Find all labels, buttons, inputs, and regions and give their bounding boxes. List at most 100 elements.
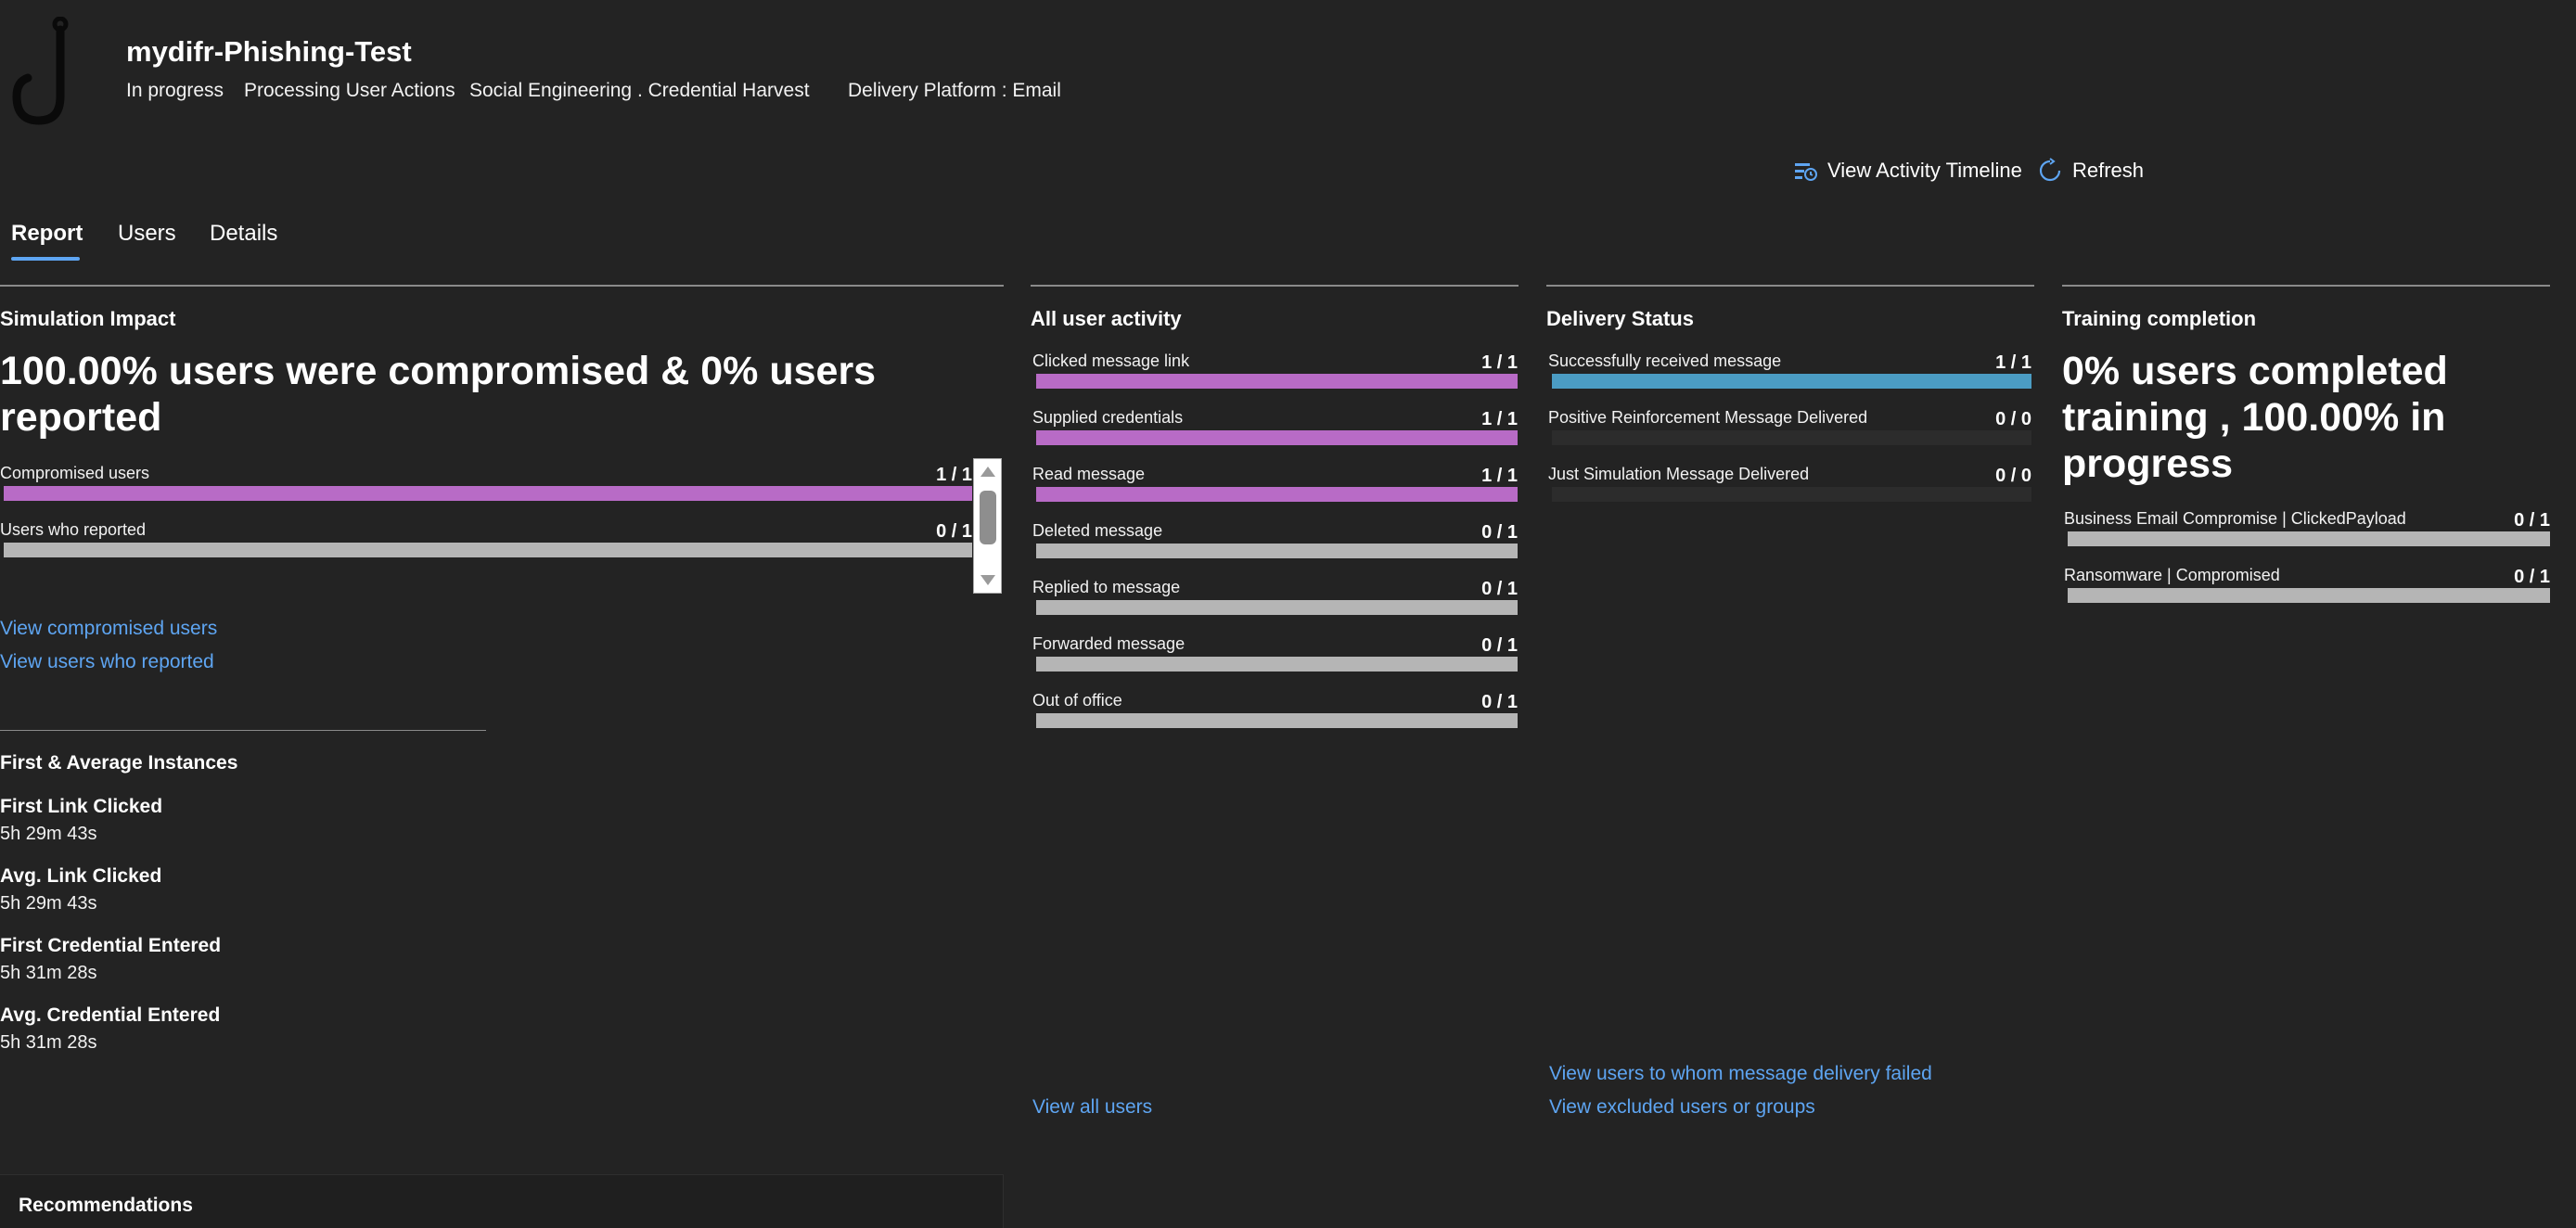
- bar-value: 1 / 1: [1481, 352, 1518, 373]
- bar-track: [4, 486, 972, 501]
- bar-row: Out of office 0 / 1: [1032, 691, 1518, 730]
- training-bar-list: Business Email Compromise | ClickedPaylo…: [2064, 509, 2550, 620]
- bar-track: [1036, 657, 1518, 672]
- tab-users[interactable]: Users: [118, 221, 176, 247]
- delivery-platform-text: Delivery Platform : Email: [848, 80, 1061, 101]
- bar-label: Users who reported: [0, 520, 147, 539]
- bar-value: 1 / 1: [1995, 352, 2031, 373]
- view-all-users-link[interactable]: View all users: [1032, 1096, 1152, 1119]
- scroll-up-arrow-icon[interactable]: [980, 467, 995, 477]
- bar-track: [1036, 374, 1518, 389]
- view-users-who-reported-link[interactable]: View users who reported: [0, 651, 214, 673]
- instances-divider: [0, 730, 486, 731]
- refresh-label: Refresh: [2072, 159, 2145, 182]
- instance-value: 5h 29m 43s: [0, 824, 97, 844]
- bar-label: Positive Reinforcement Message Delivered: [1548, 408, 1868, 427]
- instance-value: 5h 31m 28s: [0, 963, 97, 983]
- bar-value: 0 / 1: [2514, 567, 2550, 587]
- bar-track: [2068, 531, 2550, 546]
- bar-row: Replied to message 0 / 1: [1032, 578, 1518, 617]
- activity-divider: [1031, 285, 1519, 287]
- bar-fill: [1036, 374, 1518, 389]
- bar-value: 0 / 1: [1481, 635, 1518, 656]
- bar-track: [4, 543, 972, 557]
- technique-text: Social Engineering . Credential Harvest: [469, 80, 810, 101]
- delivery-status-title: Delivery Status: [1546, 307, 1694, 330]
- bar-track: [1552, 374, 2031, 389]
- bar-row: Positive Reinforcement Message Delivered…: [1548, 408, 2031, 447]
- bar-label: Just Simulation Message Delivered: [1548, 465, 1810, 483]
- bar-value: 1 / 1: [936, 465, 972, 485]
- bar-row: Forwarded message 0 / 1: [1032, 634, 1518, 673]
- impact-scrollbar[interactable]: [973, 458, 1002, 594]
- view-activity-timeline-button[interactable]: View Activity Timeline: [1792, 158, 2022, 184]
- instance-value: 5h 29m 43s: [0, 893, 97, 914]
- bar-label: Read message: [1032, 465, 1146, 483]
- bar-value: 0 / 1: [2514, 510, 2550, 531]
- bar-value: 0 / 0: [1995, 466, 2031, 486]
- instance-label: Avg. Link Clicked: [0, 865, 162, 887]
- scroll-down-arrow-icon[interactable]: [980, 575, 995, 585]
- bar-track: [2068, 588, 2550, 603]
- view-excluded-users-link[interactable]: View excluded users or groups: [1549, 1096, 1815, 1119]
- bar-row: Business Email Compromise | ClickedPaylo…: [2064, 509, 2550, 548]
- impact-bar-list: Compromised users 1 / 1 Users who reported…: [0, 464, 972, 584]
- timeline-icon: [1795, 163, 1817, 181]
- tab-report[interactable]: Report: [11, 221, 83, 247]
- instance-label: First Link Clicked: [0, 796, 163, 817]
- training-headline: 0% users completed training , 100.00% in…: [2062, 349, 2448, 486]
- bar-track: [1552, 430, 2031, 445]
- delivery-divider: [1546, 285, 2034, 287]
- simulation-impact-title: Simulation Impact: [0, 307, 176, 330]
- tab-details[interactable]: Details: [210, 221, 277, 247]
- bar-value: 1 / 1: [1481, 466, 1518, 486]
- impact-divider: [0, 285, 1004, 287]
- bar-label: Out of office: [1032, 691, 1122, 710]
- bar-label: Supplied credentials: [1032, 408, 1184, 427]
- recommendations-panel: Recommendations: [0, 1174, 1004, 1228]
- bar-row: Supplied credentials 1 / 1: [1032, 408, 1518, 447]
- bar-label: Forwarded message: [1032, 634, 1185, 653]
- bar-track: [1036, 544, 1518, 558]
- bar-value: 0 / 1: [936, 521, 972, 542]
- phase-text: Processing User Actions: [244, 80, 455, 101]
- bar-value: 0 / 1: [1481, 579, 1518, 599]
- refresh-button[interactable]: Refresh: [2037, 158, 2144, 184]
- first-average-instances-title: First & Average Instances: [0, 752, 238, 774]
- delivery-bar-list: Successfully received message 1 / 1 Positi…: [1548, 352, 2031, 518]
- bar-track: [1036, 430, 1518, 445]
- bar-track: [1036, 487, 1518, 502]
- view-compromised-users-link[interactable]: View compromised users: [0, 618, 217, 640]
- bar-label: Business Email Compromise | ClickedPaylo…: [2064, 509, 2406, 528]
- bar-label: Ransomware | Compromised: [2064, 566, 2280, 584]
- recommendations-title: Recommendations: [19, 1195, 193, 1216]
- active-tab-indicator: [11, 257, 80, 261]
- simulation-title: mydifr-Phishing-Test: [126, 35, 412, 68]
- training-divider: [2062, 285, 2550, 287]
- bar-track: [1036, 600, 1518, 615]
- bar-value: 1 / 1: [1481, 409, 1518, 429]
- bar-row: Ransomware | Compromised 0 / 1: [2064, 566, 2550, 605]
- bar-fill: [1036, 487, 1518, 502]
- bar-value: 0 / 0: [1995, 409, 2031, 429]
- refresh-icon: [2039, 158, 2061, 182]
- bar-row: Read message 1 / 1: [1032, 465, 1518, 504]
- status-text: In progress: [126, 80, 224, 101]
- scroll-thumb[interactable]: [980, 491, 996, 544]
- bar-label: Deleted message: [1032, 521, 1163, 540]
- bar-row: Clicked message link 1 / 1: [1032, 352, 1518, 390]
- bar-row: Users who reported 0 / 1: [0, 520, 972, 559]
- bar-label: Replied to message: [1032, 578, 1181, 596]
- bar-label: Compromised users: [0, 464, 150, 482]
- view-delivery-failed-link[interactable]: View users to whom message delivery fail…: [1549, 1063, 1932, 1085]
- bar-value: 0 / 1: [1481, 522, 1518, 543]
- activity-bar-list: Clicked message link 1 / 1 Supplied creden…: [1032, 352, 1518, 741]
- fishing-hook-icon: [12, 17, 69, 125]
- bar-label: Clicked message link: [1032, 352, 1190, 370]
- bar-row: Successfully received message 1 / 1: [1548, 352, 2031, 390]
- all-user-activity-title: All user activity: [1031, 307, 1182, 330]
- bar-row: Deleted message 0 / 1: [1032, 521, 1518, 560]
- instance-label: First Credential Entered: [0, 935, 222, 956]
- bar-track: [1552, 487, 2031, 502]
- bar-fill: [4, 486, 972, 501]
